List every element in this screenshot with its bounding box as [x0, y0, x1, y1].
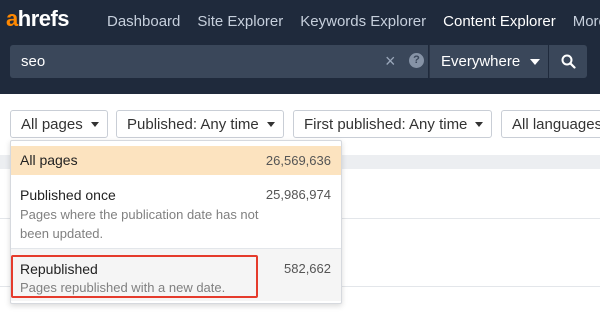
languages-filter-label: All languages	[512, 116, 600, 133]
search-button[interactable]	[549, 45, 587, 78]
search-icon	[561, 54, 576, 69]
search-scope-select[interactable]: Everywhere	[429, 45, 548, 78]
nav-more[interactable]: More	[573, 13, 600, 30]
search-input-value: seo	[21, 53, 46, 70]
menu-item-published-once[interactable]: Published once 25,986,974 Pages where th…	[11, 175, 341, 247]
search-input[interactable]: seo × ?	[10, 45, 428, 78]
ahrefs-logo[interactable]: ahrefs	[6, 6, 70, 32]
clear-icon[interactable]: ×	[385, 51, 396, 71]
menu-item-description: Pages where the publication date has not…	[20, 207, 259, 241]
nav-dashboard[interactable]: Dashboard	[107, 13, 180, 30]
search-scope-label: Everywhere	[441, 53, 521, 70]
caret-down-icon	[91, 122, 99, 127]
nav-site-explorer[interactable]: Site Explorer	[197, 13, 283, 30]
top-navigation-bar: ahrefs Dashboard Site Explorer Keywords …	[0, 0, 600, 94]
menu-item-all-pages[interactable]: All pages 26,569,636	[11, 146, 341, 175]
pages-filter-dropdown[interactable]: All pages	[10, 110, 108, 138]
published-filter-dropdown[interactable]: Published: Any time	[116, 110, 284, 138]
published-filter-label: Published: Any time	[127, 116, 259, 133]
menu-item-count: 582,662	[284, 261, 331, 276]
main-nav: Dashboard Site Explorer Keywords Explore…	[107, 13, 600, 30]
first-published-filter-dropdown[interactable]: First published: Any time	[293, 110, 492, 138]
languages-filter-dropdown[interactable]: All languages	[501, 110, 600, 138]
pages-filter-label: All pages	[21, 116, 83, 133]
help-icon[interactable]: ?	[409, 53, 424, 68]
chevron-down-icon	[530, 59, 540, 65]
menu-item-title: Published once	[20, 187, 116, 203]
menu-item-count: 25,986,974	[265, 187, 331, 202]
caret-down-icon	[475, 122, 483, 127]
menu-item-title: All pages	[20, 152, 78, 168]
menu-item-count: 26,569,636	[265, 153, 331, 168]
nav-content-explorer[interactable]: Content Explorer	[443, 13, 556, 30]
caret-down-icon	[267, 122, 275, 127]
highlight-annotation-box	[11, 255, 258, 298]
nav-keywords-explorer[interactable]: Keywords Explorer	[300, 13, 426, 30]
first-published-filter-label: First published: Any time	[304, 116, 468, 133]
